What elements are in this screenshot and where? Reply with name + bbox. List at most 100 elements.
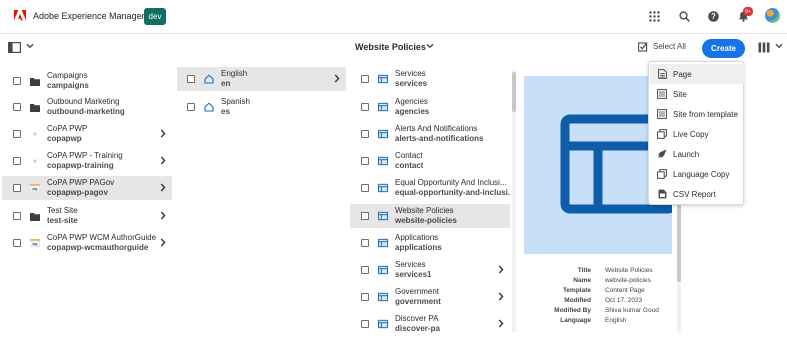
row-checkbox[interactable] [361,157,369,165]
item-subtitle: test-site [47,216,78,225]
page-icon [378,102,388,112]
row-checkbox[interactable] [13,157,21,165]
menu-item-site-from-template[interactable]: Site from template [650,104,744,124]
chevron-right-icon[interactable] [498,265,504,274]
create-button[interactable]: Create [702,39,745,58]
row-checkbox[interactable] [13,103,21,111]
row-checkbox[interactable] [361,130,369,138]
env-badge: dev [144,8,166,25]
item-title: Applications [395,233,439,242]
item-title: Test Site [47,206,78,215]
site-icon [657,89,667,99]
row-checkbox[interactable] [361,212,369,220]
chevron-right-icon[interactable] [160,238,166,247]
item-subtitle: applications [395,243,442,252]
chevron-down-icon[interactable] [26,43,34,49]
chevron-right-icon[interactable] [498,319,504,328]
list-item[interactable]: Equal Opportunity And Inclusi... equal-op… [350,176,510,200]
item-subtitle: website-policies [395,216,457,225]
list-item[interactable]: Contact contact [350,149,510,173]
list-item[interactable]: Test Site test-site [2,204,172,228]
row-checkbox[interactable] [361,184,369,192]
rail-toggle-icon[interactable] [8,42,21,53]
item-title: Alerts And Notifications [395,124,478,133]
select-all-button[interactable]: Select All [638,41,686,52]
row-checkbox[interactable] [361,320,369,328]
list-item[interactable]: Outbound Marketing outbound-marketing [2,95,172,119]
help-icon[interactable]: ? [706,9,720,23]
list-item[interactable]: Spanish es [177,95,346,119]
view-title[interactable]: Website Policies [355,42,426,52]
row-checkbox[interactable] [187,75,195,83]
item-title: Agencies [395,97,428,106]
create-menu: Page Site Site from template Live Copy L… [648,61,744,205]
list-item[interactable]: Applications applications [350,231,510,255]
menu-item-label: Live Copy [673,129,709,139]
menu-item-live-copy[interactable]: Live Copy [650,124,744,144]
apps-grid-icon[interactable] [647,9,661,23]
item-subtitle: services [395,79,428,88]
chevron-down-icon[interactable] [775,43,783,49]
search-icon[interactable] [677,9,691,23]
list-item[interactable]: Campaigns campaigns [2,69,172,93]
app-title[interactable]: Adobe Experience Manager [33,11,145,21]
meta-key: Modified By [554,307,591,314]
menu-item-csv-report[interactable]: CSV Report [650,184,744,204]
list-item[interactable]: PA CoPA PWP PAGov copapwp-pagov [2,176,172,200]
page-dot-icon [30,156,40,166]
item-subtitle: copapwp-pagov [47,188,108,197]
chevron-right-icon[interactable] [160,156,166,165]
chevron-right-icon[interactable] [160,211,166,220]
row-checkbox[interactable] [187,103,195,111]
item-title: Outbound Marketing [47,97,120,106]
live-copy-icon [657,129,667,139]
chevron-right-icon[interactable] [160,183,166,192]
meta-row: Title Website Policies [524,266,684,276]
chevron-right-icon[interactable] [334,74,340,83]
select-all-label: Select All [653,42,686,51]
row-checkbox[interactable] [361,75,369,83]
item-title: Campaigns [47,71,88,80]
row-checkbox[interactable] [361,103,369,111]
column-view-icon[interactable] [758,42,770,53]
row-checkbox[interactable] [13,212,21,220]
chevron-right-icon[interactable] [160,129,166,138]
menu-item-page[interactable]: Page [650,64,744,84]
menu-item-launch[interactable]: Launch [650,144,744,164]
list-item[interactable]: Website Policies website-policies [350,204,510,228]
meta-key: Name [573,277,591,284]
row-checkbox[interactable] [361,293,369,301]
item-title: Government [395,287,440,296]
menu-item-language-copy[interactable]: Language Copy [650,164,744,184]
list-item[interactable]: Alerts And Notifications alerts-and-notif… [350,122,510,146]
row-checkbox[interactable] [13,130,21,138]
meta-key: Language [560,317,591,324]
row-checkbox[interactable] [361,266,369,274]
svg-text:PA: PA [32,187,37,191]
list-item[interactable]: Government government [350,285,510,309]
list-item[interactable]: Services services1 [350,258,510,282]
list-item[interactable]: Discover PA discover-pa [350,312,510,336]
list-item[interactable]: PA CoPA PWP WCM AuthorGuide copapwp-wcmau… [2,231,172,255]
row-checkbox[interactable] [361,239,369,247]
menu-item-site[interactable]: Site [650,84,744,104]
page-icon [378,183,388,193]
row-checkbox[interactable] [13,239,21,247]
row-checkbox[interactable] [13,184,21,192]
chevron-right-icon[interactable] [498,292,504,301]
user-avatar[interactable] [765,8,780,23]
list-item[interactable]: CoPA PWP - Training copapwp-training [2,149,172,173]
item-subtitle: campaigns [47,81,89,90]
list-item[interactable]: Services services [350,67,510,91]
adobe-logo-icon[interactable] [14,10,26,22]
menu-item-label: Site from template [673,109,738,119]
list-item[interactable]: CoPA PWP copapwp [2,122,172,146]
list-item[interactable]: Agencies agencies [350,95,510,119]
meta-value: Website Policies [605,267,653,274]
folder-icon [30,211,40,221]
chevron-down-icon[interactable] [426,43,434,49]
pages-scroll-thumb[interactable] [512,72,516,112]
list-item[interactable]: English en [177,67,346,91]
page-icon [378,74,388,84]
row-checkbox[interactable] [13,77,21,85]
